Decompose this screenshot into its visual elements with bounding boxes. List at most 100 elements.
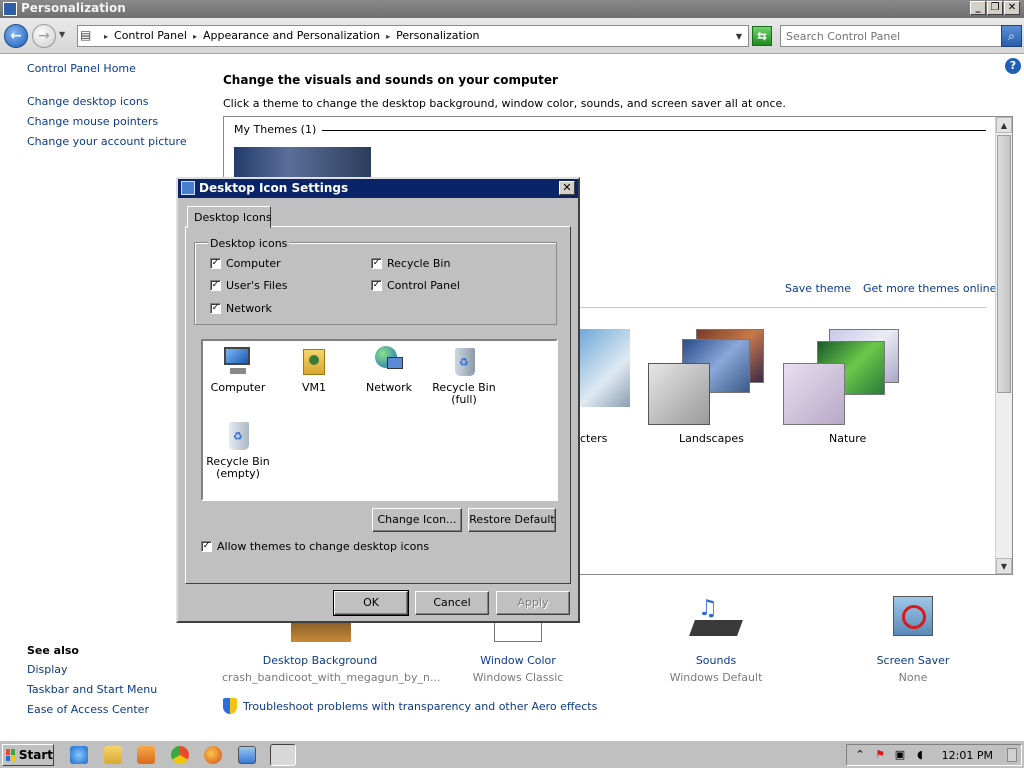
address-toolbar: ← → ▼ ▤ ▸ Control Panel ▸ Appearance and… — [0, 18, 1024, 54]
network-tray-icon[interactable]: ▣ — [893, 748, 907, 762]
start-button[interactable]: Start — [2, 744, 54, 766]
troubleshoot-link[interactable]: Troubleshoot problems with transparency … — [243, 700, 597, 713]
file-explorer-icon[interactable] — [104, 746, 122, 764]
theme-list-scrollbar[interactable]: ▲ ▼ — [995, 117, 1012, 574]
address-dropdown[interactable]: ▼ — [736, 32, 742, 41]
ok-button[interactable]: OK — [333, 590, 409, 616]
start-label: Start — [18, 748, 53, 762]
troubleshoot-row: Troubleshoot problems with transparency … — [223, 698, 597, 714]
search-input[interactable] — [780, 25, 1002, 47]
page-subtitle: Click a theme to change the desktop back… — [223, 97, 786, 110]
crumb-appearance[interactable]: Appearance and Personalization — [203, 29, 380, 42]
control-panel-home-link[interactable]: Control Panel Home — [27, 62, 207, 75]
change-icon-button[interactable]: Change Icon... — [372, 508, 462, 532]
forward-button[interactable]: → — [32, 24, 56, 48]
refresh-button[interactable]: ⇆ — [752, 26, 772, 46]
media-player-icon[interactable] — [137, 746, 155, 764]
screen-saver-value: None — [898, 671, 928, 684]
internet-explorer-icon[interactable] — [70, 746, 88, 764]
breadcrumb: ▸ Control Panel ▸ Appearance and Persona… — [98, 29, 480, 42]
icon-list[interactable]: Computer VM1 Network ♻ Recycle Bin (full… — [201, 339, 558, 501]
apply-button[interactable]: Apply — [496, 591, 570, 615]
theme-preview — [648, 363, 710, 425]
checkbox-box[interactable]: ✓ — [371, 280, 382, 291]
chrome-icon[interactable] — [171, 746, 189, 764]
see-also-title: See also — [27, 644, 79, 657]
checkbox-box[interactable]: ✓ — [210, 258, 221, 269]
scroll-thumb[interactable] — [997, 135, 1011, 393]
get-more-themes-link[interactable]: Get more themes online — [863, 282, 996, 295]
action-center-icon[interactable]: ⚑ — [873, 748, 887, 762]
checkbox-label: Allow themes to change desktop icons — [217, 540, 430, 553]
checkbox-box[interactable]: ✓ — [210, 303, 221, 314]
icon-label: Recycle Bin (empty) — [206, 455, 270, 480]
allow-themes-checkbox[interactable]: ✓ Allow themes to change desktop icons — [201, 540, 429, 553]
sounds-link[interactable]: Sounds — [666, 654, 766, 667]
recycle-bin-empty-icon: ♻ — [222, 419, 254, 451]
icon-label: Network — [366, 381, 412, 394]
volume-muted-icon[interactable]: ◖ — [913, 748, 927, 762]
address-box[interactable]: ▤ ▸ Control Panel ▸ Appearance and Perso… — [77, 25, 749, 47]
show-hidden-icons-chevron-icon[interactable]: ⌃ — [853, 748, 867, 762]
checkbox-box[interactable]: ✓ — [371, 258, 382, 269]
recent-pages-dropdown[interactable]: ▼ — [59, 30, 65, 39]
display-link[interactable]: Display — [27, 663, 157, 676]
control-panel-checkbox[interactable]: ✓ Control Panel — [371, 279, 460, 292]
checkbox-label: Computer — [226, 257, 281, 270]
users-files-checkbox[interactable]: ✓ User's Files — [210, 279, 287, 292]
change-account-picture-link[interactable]: Change your account picture — [27, 135, 207, 148]
icon-item-recycle-bin-empty[interactable]: ♻ Recycle Bin (empty) — [203, 419, 273, 480]
help-icon[interactable]: ? — [1005, 58, 1021, 74]
remote-desktop-icon[interactable] — [238, 746, 256, 764]
scroll-up-button[interactable]: ▲ — [996, 117, 1012, 133]
crumb-personalization[interactable]: Personalization — [396, 29, 479, 42]
minimize-button[interactable]: _ — [970, 1, 986, 15]
back-button[interactable]: ← — [4, 24, 28, 48]
my-theme-thumbnail[interactable] — [234, 147, 371, 179]
checkbox-box[interactable]: ✓ — [210, 280, 221, 291]
restore-default-button[interactable]: Restore Default — [468, 508, 556, 532]
change-mouse-pointers-link[interactable]: Change mouse pointers — [27, 115, 207, 128]
screen-saver-item[interactable]: Screen Saver None — [863, 596, 963, 684]
change-desktop-icons-link[interactable]: Change desktop icons — [27, 95, 207, 108]
computer-checkbox[interactable]: ✓ Computer — [210, 257, 281, 270]
crumb-control-panel[interactable]: Control Panel — [114, 29, 187, 42]
checkbox-box[interactable]: ✓ — [201, 541, 212, 552]
maximize-button[interactable]: ❐ — [987, 1, 1003, 15]
close-button[interactable]: ✕ — [1004, 1, 1020, 15]
page-title: Change the visuals and sounds on your co… — [223, 73, 558, 87]
icon-item-vm1[interactable]: VM1 — [279, 345, 349, 394]
desktop-background-link[interactable]: Desktop Background — [222, 654, 418, 667]
dialog-close-button[interactable]: ✕ — [559, 181, 575, 195]
tab-desktop-icons[interactable]: Desktop Icons — [187, 206, 272, 228]
theme-preview — [783, 363, 845, 425]
show-desktop-button[interactable] — [1007, 748, 1017, 762]
sounds-item[interactable]: ♫ Sounds Windows Default — [666, 596, 766, 684]
ease-of-access-link[interactable]: Ease of Access Center — [27, 703, 157, 716]
clock[interactable]: 12:01 PM — [942, 749, 993, 762]
my-themes-header: My Themes (1) — [234, 123, 323, 136]
scroll-down-button[interactable]: ▼ — [996, 558, 1012, 574]
chevron-icon[interactable]: ▸ — [104, 32, 108, 42]
icon-item-network[interactable]: Network — [354, 345, 424, 394]
chevron-icon[interactable]: ▸ — [193, 32, 197, 42]
save-theme-link[interactable]: Save theme — [785, 282, 851, 295]
sounds-icon: ♫ — [689, 596, 743, 640]
network-checkbox[interactable]: ✓ Network — [210, 302, 272, 315]
recycle-bin-checkbox[interactable]: ✓ Recycle Bin — [371, 257, 450, 270]
checkbox-label: Network — [226, 302, 272, 315]
dialog-titlebar[interactable]: Desktop Icon Settings ✕ — [178, 179, 578, 198]
firefox-icon[interactable] — [204, 746, 222, 764]
cancel-button[interactable]: Cancel — [415, 591, 489, 615]
screen-saver-link[interactable]: Screen Saver — [863, 654, 963, 667]
icon-item-computer[interactable]: Computer — [203, 345, 273, 394]
divider — [554, 307, 986, 308]
chevron-icon[interactable]: ▸ — [386, 32, 390, 42]
window-titlebar[interactable]: Personalization _ ❐ ✕ — [0, 0, 1024, 18]
search-button[interactable]: ⌕ — [1001, 25, 1022, 47]
windows-logo-icon — [6, 749, 15, 761]
window-color-link[interactable]: Window Color — [470, 654, 566, 667]
icon-item-recycle-bin-full[interactable]: ♻ Recycle Bin (full) — [429, 345, 499, 406]
taskbar-start-menu-link[interactable]: Taskbar and Start Menu — [27, 683, 157, 696]
personalization-task-button[interactable] — [270, 744, 296, 766]
